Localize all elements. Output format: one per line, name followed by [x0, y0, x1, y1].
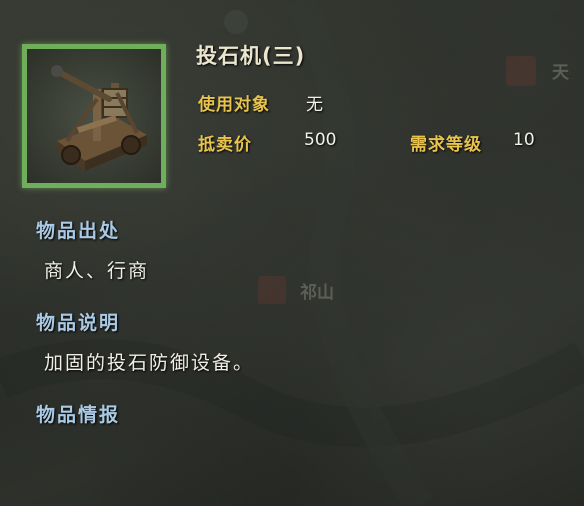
item-name: 投石机(三) — [196, 44, 306, 68]
description-text: 加固的投石防御设备。 — [44, 352, 255, 374]
target-value: 无 — [306, 95, 323, 115]
price-value: 500 — [304, 130, 337, 150]
level-label: 需求等级 — [410, 135, 482, 155]
source-heading: 物品出处 — [36, 220, 121, 242]
map-label-qishan: 祁山 — [300, 282, 334, 303]
catapult-icon — [27, 49, 161, 183]
item-tooltip-panel: 天 祁山 投石机(三) 使用对象 无 抵卖价 500 需求等级 10 物品出处 … — [0, 0, 584, 506]
price-label: 抵卖价 — [198, 135, 252, 155]
target-label: 使用对象 — [198, 95, 270, 115]
source-text: 商人、行商 — [44, 260, 150, 282]
map-label-tian: 天 — [552, 63, 570, 83]
level-value: 10 — [513, 130, 535, 150]
description-heading: 物品说明 — [36, 312, 121, 334]
item-icon-frame[interactable] — [22, 44, 166, 188]
info-heading: 物品情报 — [36, 404, 121, 426]
